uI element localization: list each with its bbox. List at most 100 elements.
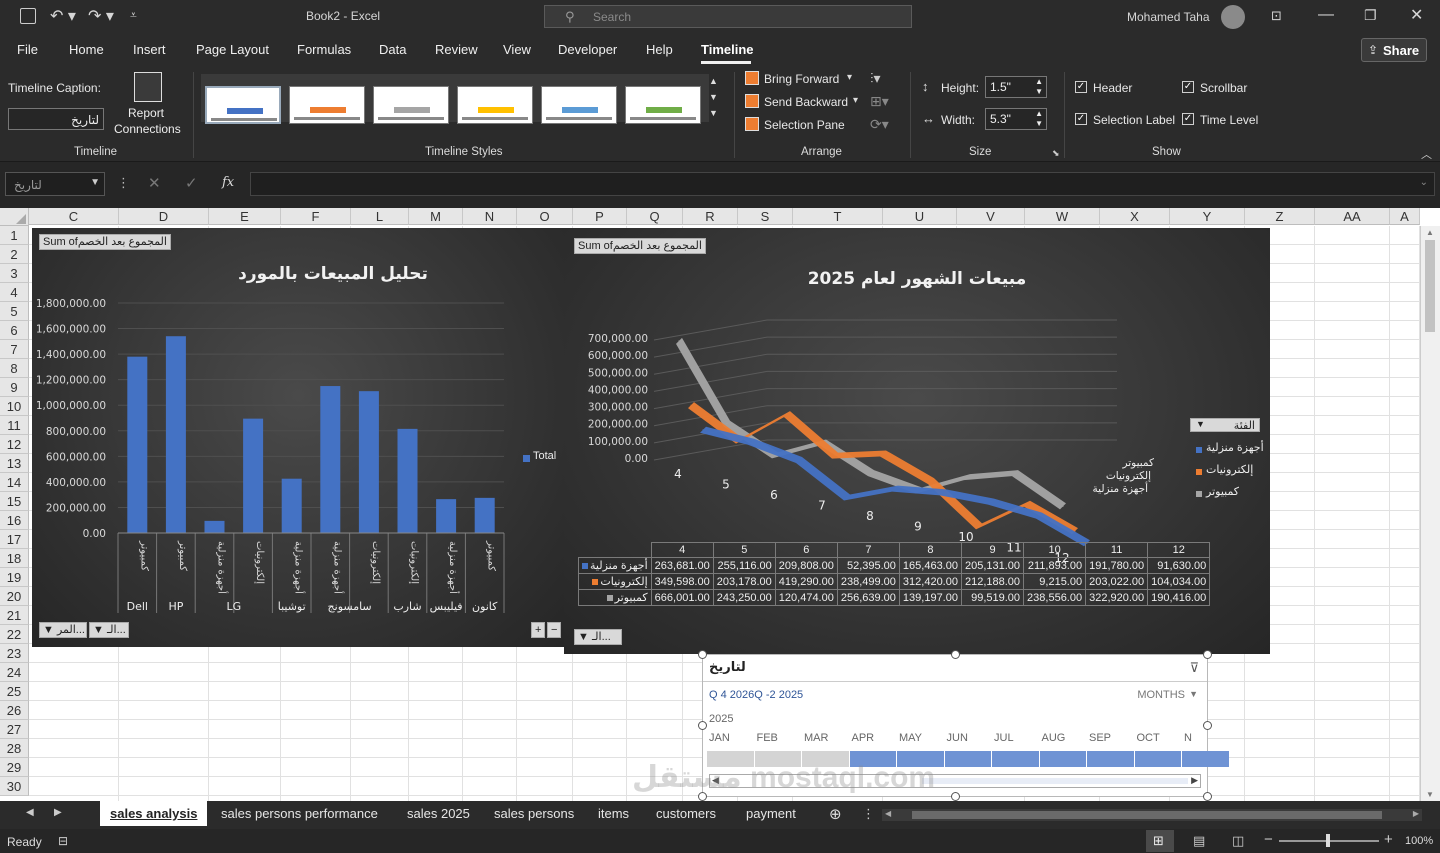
style-thumb-gold[interactable] — [457, 86, 533, 124]
tab-file[interactable]: File — [17, 42, 38, 57]
row-header[interactable]: 23 — [0, 644, 29, 663]
timeline-period-block[interactable] — [944, 751, 991, 767]
report-connections-button[interactable]: Report Connections — [108, 70, 188, 140]
more-icon[interactable]: ⋮ — [862, 806, 875, 822]
bring-forward-button[interactable]: Bring Forward — [764, 72, 839, 86]
resize-handle[interactable] — [1203, 721, 1212, 730]
row-header[interactable]: 1 — [0, 226, 29, 245]
height-input[interactable]: 1.5" ▲ ▼ — [985, 76, 1047, 98]
timeline-styles-gallery[interactable]: ▲ ▼ ▼ — [201, 74, 718, 124]
bar[interactable] — [127, 356, 148, 533]
sheet-tab[interactable]: sales analysis — [100, 801, 208, 826]
select-all-button[interactable] — [0, 208, 29, 226]
undo-icon[interactable]: ↶ ▾ — [50, 6, 76, 26]
header-checkbox[interactable]: ✓ — [1075, 81, 1087, 93]
row-header[interactable]: 8 — [0, 359, 29, 378]
chevron-down-icon[interactable]: ▾ — [853, 95, 858, 106]
column-header[interactable]: O — [517, 208, 573, 225]
sheet-tab[interactable]: sales persons — [484, 801, 584, 827]
timeline-period-block[interactable] — [992, 751, 1039, 767]
line-chart[interactable]: Sum ofالمجموع بعد الخصم مبيعات الشهور لع… — [564, 228, 1270, 654]
row-header[interactable]: 13 — [0, 454, 29, 473]
resize-handle[interactable] — [1203, 792, 1212, 801]
column-header[interactable]: S — [738, 208, 793, 225]
column-header[interactable]: U — [883, 208, 957, 225]
column-header[interactable]: AA — [1315, 208, 1390, 225]
row-header[interactable]: 26 — [0, 701, 29, 720]
gallery-up-icon[interactable]: ▲ — [709, 76, 718, 86]
column-header[interactable]: Y — [1170, 208, 1245, 225]
bar-chart-axis-button-2[interactable]: ▼ الـ... — [89, 622, 129, 638]
next-sheet-icon[interactable]: ▶ — [54, 807, 62, 818]
expand-formula-icon[interactable]: ⌄ — [1420, 177, 1428, 188]
user-name[interactable]: Mohamed Taha — [1127, 10, 1210, 24]
column-header[interactable]: D — [119, 208, 209, 225]
bar[interactable] — [281, 478, 302, 533]
send-backward-button[interactable]: Send Backward — [764, 95, 848, 109]
column-header[interactable]: C — [29, 208, 119, 225]
dialog-launcher-icon[interactable]: ⬊ — [1052, 148, 1060, 159]
row-header[interactable]: 16 — [0, 511, 29, 530]
macro-record-icon[interactable]: ⊟ — [58, 834, 68, 848]
worksheet-grid[interactable]: C D E F L M N O P Q R S T U V W X Y Z AA A 1 2 3 4 5 6 7 8 9 10 11 12 13… — [0, 208, 1440, 801]
row-header[interactable]: 28 — [0, 739, 29, 758]
row-header[interactable]: 10 — [0, 397, 29, 416]
chevron-down-icon[interactable]: ▾ — [847, 72, 852, 83]
tab-timeline[interactable]: Timeline — [701, 42, 754, 57]
timeline-period-block[interactable] — [1182, 751, 1229, 767]
column-header[interactable]: Q — [627, 208, 683, 225]
row-header[interactable]: 19 — [0, 568, 29, 587]
spinner-icon[interactable]: ▲ ▼ — [1035, 109, 1043, 129]
style-thumb-blue[interactable] — [205, 86, 281, 124]
tab-page-layout[interactable]: Page Layout — [196, 42, 269, 57]
bar[interactable] — [204, 520, 225, 533]
gallery-more-icon[interactable]: ▼ — [709, 108, 718, 118]
tab-home[interactable]: Home — [69, 42, 104, 57]
tab-data[interactable]: Data — [379, 42, 406, 57]
spinner-icon[interactable]: ▲ ▼ — [1035, 77, 1043, 97]
scrollbar-checkbox[interactable]: ✓ — [1182, 81, 1194, 93]
row-header[interactable]: 27 — [0, 720, 29, 739]
tab-insert[interactable]: Insert — [133, 42, 166, 57]
time-level-dropdown[interactable]: MONTHS — [1137, 689, 1185, 701]
vertical-scroll-thumb[interactable] — [1425, 240, 1435, 332]
collapse-ribbon-icon[interactable]: ︿ — [1421, 146, 1432, 162]
tab-formulas[interactable]: Formulas — [297, 42, 351, 57]
row-header[interactable]: 9 — [0, 378, 29, 397]
search-box[interactable]: ⚲ Search — [544, 5, 912, 28]
row-header[interactable]: 18 — [0, 549, 29, 568]
row-header[interactable]: 15 — [0, 492, 29, 511]
resize-handle[interactable] — [698, 721, 707, 730]
bar-chart-axis-button-1[interactable]: ▼ المر... — [39, 622, 87, 638]
row-header[interactable]: 14 — [0, 473, 29, 492]
column-header[interactable]: M — [409, 208, 463, 225]
close-icon[interactable]: ✕ — [1410, 5, 1423, 25]
bar-chart[interactable]: Sum ofالمجموع بعد الخصم تحليل المبيعات ب… — [32, 228, 564, 647]
line-series-ribbon[interactable] — [688, 402, 1078, 535]
minimize-icon[interactable]: — — [1318, 6, 1334, 24]
sheet-tab[interactable]: items — [588, 801, 639, 827]
column-header[interactable]: N — [463, 208, 517, 225]
expand-field-button[interactable]: + — [531, 622, 545, 638]
style-thumb-green[interactable] — [625, 86, 701, 124]
sheet-tab[interactable]: customers — [646, 801, 726, 827]
timeline-period-block[interactable] — [1039, 751, 1086, 767]
scroll-right-icon[interactable]: ▶ — [1191, 775, 1198, 786]
column-header[interactable]: X — [1100, 208, 1170, 225]
page-break-icon[interactable]: ◫ — [1232, 833, 1244, 849]
timeline-period-block[interactable] — [1134, 751, 1181, 767]
insert-function-icon[interactable]: fx — [222, 175, 234, 190]
align-icon[interactable]: ⫶▾ — [870, 70, 881, 87]
row-header[interactable]: 12 — [0, 435, 29, 454]
row-header[interactable]: 7 — [0, 340, 29, 359]
row-header[interactable]: 3 — [0, 264, 29, 283]
bar[interactable] — [474, 497, 495, 533]
column-header[interactable]: P — [573, 208, 627, 225]
width-input[interactable]: 5.3" ▲ ▼ — [985, 108, 1047, 130]
horizontal-scrollbar[interactable]: ◀ ▶ — [882, 809, 1422, 821]
zoom-in-icon[interactable]: + — [1384, 831, 1393, 848]
selection-pane-button[interactable]: Selection Pane — [764, 118, 845, 132]
row-header[interactable]: 30 — [0, 777, 29, 796]
bar[interactable] — [358, 391, 379, 533]
chevron-down-icon[interactable]: ▼ — [1189, 689, 1198, 699]
